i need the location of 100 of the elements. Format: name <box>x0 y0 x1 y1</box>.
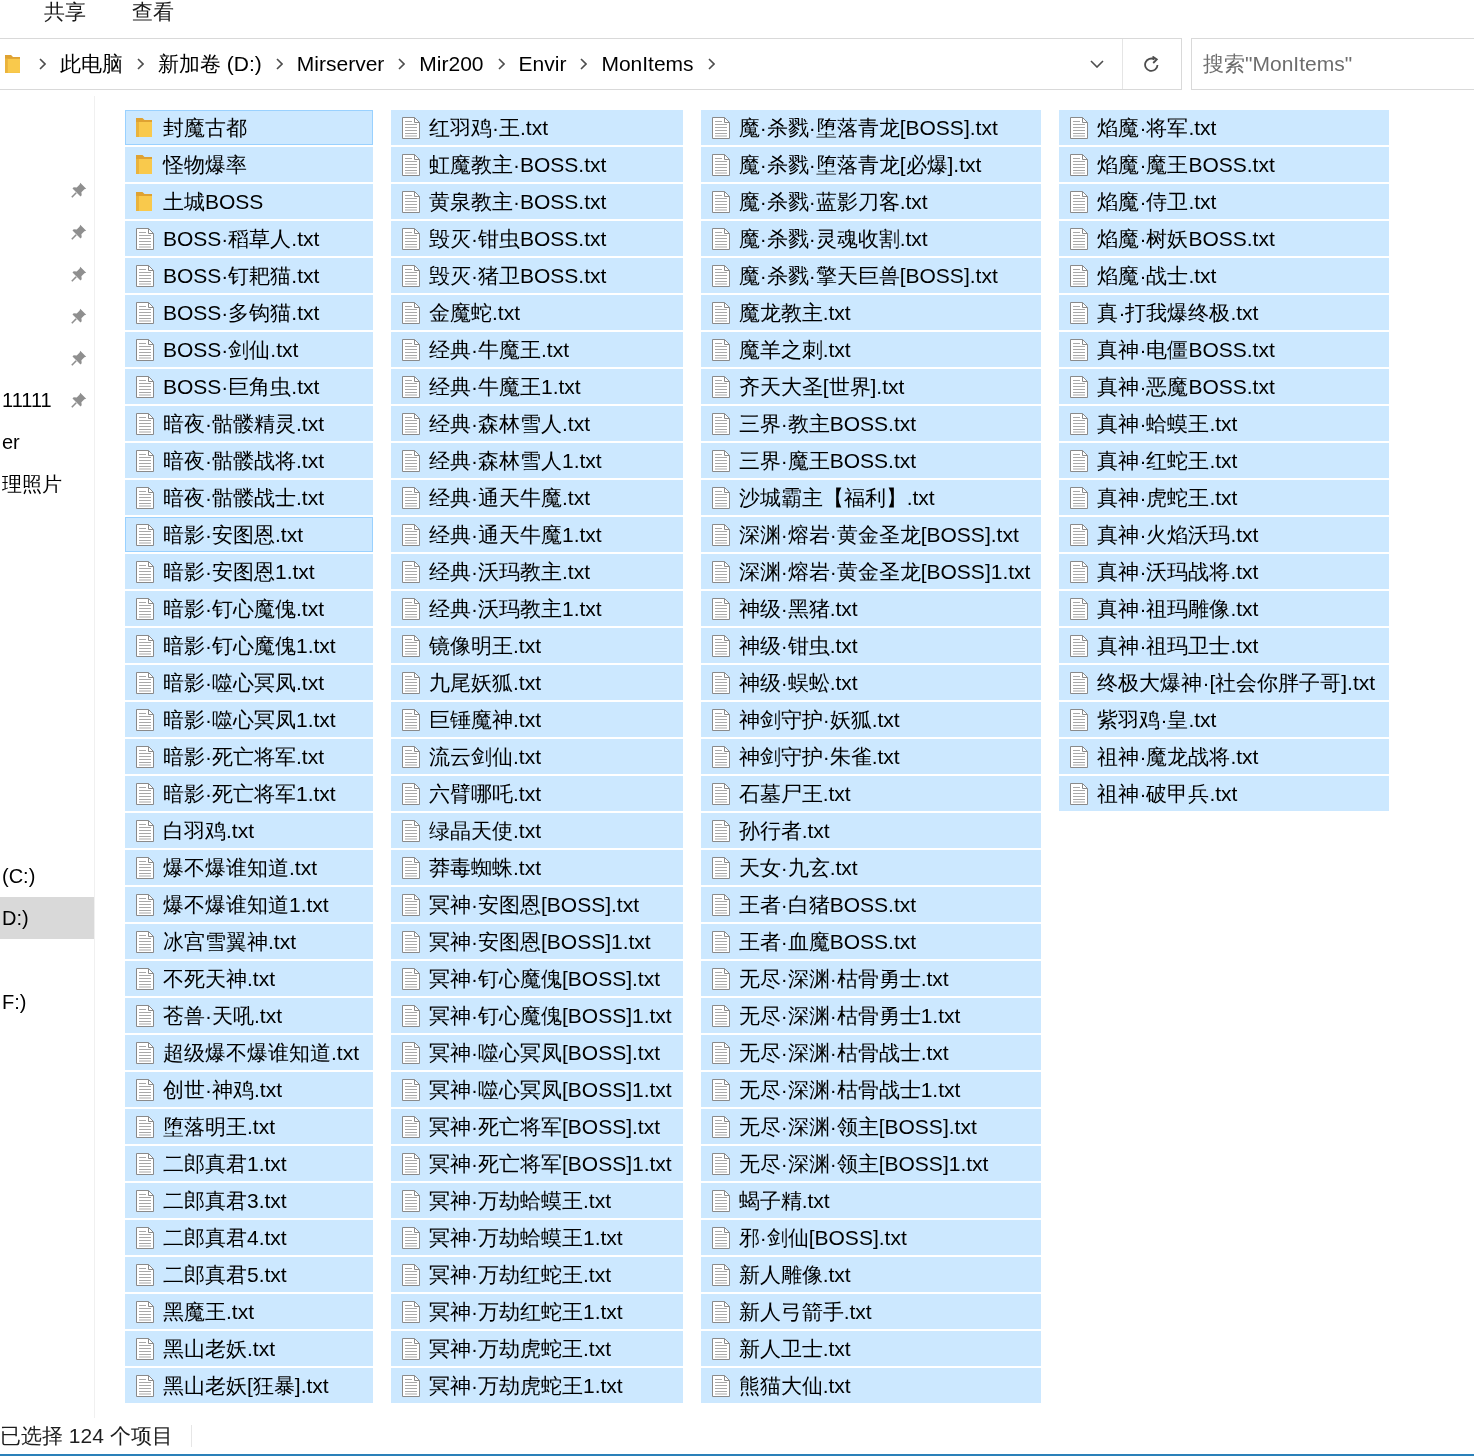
file-item[interactable]: 土城BOSS <box>125 184 373 219</box>
file-item[interactable]: 红羽鸡·王.txt <box>391 110 683 145</box>
file-item[interactable]: 巨锤魔神.txt <box>391 702 683 737</box>
file-item[interactable]: 流云剑仙.txt <box>391 739 683 774</box>
file-item[interactable]: 金魔蛇.txt <box>391 295 683 330</box>
file-item[interactable]: 冥神·万劫红蛇王.txt <box>391 1257 683 1292</box>
file-item[interactable]: 二郎真君5.txt <box>125 1257 373 1292</box>
file-item[interactable]: 暗影·安图恩.txt <box>125 517 373 552</box>
breadcrumb-item[interactable]: MonItems <box>601 48 694 80</box>
file-item[interactable]: 九尾妖狐.txt <box>391 665 683 700</box>
file-item[interactable]: 冥神·万劫虎蛇王.txt <box>391 1331 683 1366</box>
file-item[interactable]: 暗夜·骷髅精灵.txt <box>125 406 373 441</box>
file-item[interactable]: 经典·沃玛教主.txt <box>391 554 683 589</box>
file-item[interactable]: 经典·森林雪人1.txt <box>391 443 683 478</box>
file-item[interactable]: 暗影·钉心魔傀1.txt <box>125 628 373 663</box>
file-item[interactable]: 暗影·噬心冥凤.txt <box>125 665 373 700</box>
nav-item[interactable]: D:) <box>0 897 94 939</box>
file-item[interactable]: 冥神·安图恩[BOSS]1.txt <box>391 924 683 959</box>
file-item[interactable]: 神级·钳虫.txt <box>700 628 1042 663</box>
file-item[interactable]: 超级爆不爆谁知道.txt <box>125 1035 373 1070</box>
file-item[interactable]: 深渊·熔岩·黄金圣龙[BOSS]1.txt <box>700 554 1042 589</box>
file-item[interactable]: 暗影·钉心魔傀.txt <box>125 591 373 626</box>
file-item[interactable]: 蝎子精.txt <box>700 1183 1042 1218</box>
file-item[interactable]: 虹魔教主·BOSS.txt <box>391 147 683 182</box>
file-item[interactable]: 冥神·万劫虎蛇王1.txt <box>391 1368 683 1403</box>
file-item[interactable]: 三界·教主BOSS.txt <box>700 406 1042 441</box>
file-item[interactable]: 创世·神鸡.txt <box>125 1072 373 1107</box>
file-item[interactable]: 冥神·安图恩[BOSS].txt <box>391 887 683 922</box>
file-item[interactable]: 冥神·钉心魔傀[BOSS]1.txt <box>391 998 683 1033</box>
file-item[interactable]: 冥神·万劫红蛇王1.txt <box>391 1294 683 1329</box>
ribbon-tab[interactable]: 查看 <box>132 0 174 24</box>
search-field[interactable]: 搜索"MonItems" <box>1191 38 1474 90</box>
file-item[interactable]: 无尽·深渊·枯骨勇士1.txt <box>700 998 1042 1033</box>
breadcrumb-item[interactable]: Mirserver <box>296 48 385 80</box>
file-item[interactable]: 冥神·噬心冥凤[BOSS].txt <box>391 1035 683 1070</box>
file-item[interactable]: 黑魔王.txt <box>125 1294 373 1329</box>
nav-item[interactable]: 理照片 <box>2 469 62 499</box>
file-item[interactable]: 焰魔·树妖BOSS.txt <box>1059 221 1390 256</box>
file-item[interactable]: 爆不爆谁知道1.txt <box>125 887 373 922</box>
nav-item[interactable]: er <box>2 427 20 457</box>
file-item[interactable]: 黑山老妖[狂暴].txt <box>125 1368 373 1403</box>
file-item[interactable]: 祖神·破甲兵.txt <box>1059 776 1390 811</box>
file-item[interactable]: 三界·魔王BOSS.txt <box>700 443 1042 478</box>
file-item[interactable]: 魔·杀戮·擎天巨兽[BOSS].txt <box>700 258 1042 293</box>
file-item[interactable]: 终极大爆神·[社会你胖子哥].txt <box>1059 665 1390 700</box>
file-item[interactable]: 真神·虎蛇王.txt <box>1059 480 1390 515</box>
file-item[interactable]: 黄泉教主·BOSS.txt <box>391 184 683 219</box>
file-item[interactable]: 神剑守护·朱雀.txt <box>700 739 1042 774</box>
file-item[interactable]: 真神·沃玛战将.txt <box>1059 554 1390 589</box>
file-item[interactable]: 绿晶天使.txt <box>391 813 683 848</box>
file-item[interactable]: 真神·火焰沃玛.txt <box>1059 517 1390 552</box>
file-item[interactable]: 经典·牛魔王1.txt <box>391 369 683 404</box>
ribbon-tab[interactable]: 共享 <box>44 0 86 24</box>
file-item[interactable]: 冥神·万劫蛤蟆王.txt <box>391 1183 683 1218</box>
file-item[interactable]: 齐天大圣[世界].txt <box>700 369 1042 404</box>
file-item[interactable]: 邪·剑仙[BOSS].txt <box>700 1220 1042 1255</box>
file-item[interactable]: 真神·祖玛雕像.txt <box>1059 591 1390 626</box>
file-item[interactable]: 二郎真君3.txt <box>125 1183 373 1218</box>
file-item[interactable]: 暗影·死亡将军.txt <box>125 739 373 774</box>
file-item[interactable]: 不死天神.txt <box>125 961 373 996</box>
file-item[interactable]: 无尽·深渊·枯骨战士1.txt <box>700 1072 1042 1107</box>
file-item[interactable]: 苍兽·天吼.txt <box>125 998 373 1033</box>
file-item[interactable]: 封魔古都 <box>125 110 373 145</box>
address-bar[interactable]: 此电脑 新加卷 (D:) Mirserver Mir200 Envir MonItems <box>0 38 1183 90</box>
file-item[interactable]: 暗影·噬心冥凤1.txt <box>125 702 373 737</box>
file-item[interactable]: 魔·杀戮·堕落青龙[必爆].txt <box>700 147 1042 182</box>
file-item[interactable]: 冥神·万劫蛤蟆王1.txt <box>391 1220 683 1255</box>
breadcrumb-item[interactable]: 此电脑 <box>60 48 123 80</box>
file-item[interactable]: 焰魔·侍卫.txt <box>1059 184 1390 219</box>
file-item[interactable]: 沙城霸主【福利】.txt <box>700 480 1042 515</box>
file-item[interactable]: 新人雕像.txt <box>700 1257 1042 1292</box>
file-item[interactable]: 天女·九玄.txt <box>700 850 1042 885</box>
breadcrumb-item[interactable]: Mir200 <box>419 48 484 80</box>
file-item[interactable]: 魔·杀戮·堕落青龙[BOSS].txt <box>700 110 1042 145</box>
file-item[interactable]: 黑山老妖.txt <box>125 1331 373 1366</box>
file-item[interactable]: 镜像明王.txt <box>391 628 683 663</box>
file-item[interactable]: 无尽·深渊·枯骨战士.txt <box>700 1035 1042 1070</box>
file-item[interactable]: 冰宫雪翼神.txt <box>125 924 373 959</box>
file-item[interactable]: 神级·黑猪.txt <box>700 591 1042 626</box>
file-item[interactable]: 熊猫大仙.txt <box>700 1368 1042 1403</box>
file-item[interactable]: 真神·恶魔BOSS.txt <box>1059 369 1390 404</box>
file-item[interactable]: 真神·电僵BOSS.txt <box>1059 332 1390 367</box>
file-item[interactable]: 深渊·熔岩·黄金圣龙[BOSS].txt <box>700 517 1042 552</box>
file-item[interactable]: 真神·祖玛卫士.txt <box>1059 628 1390 663</box>
file-item[interactable]: 经典·通天牛魔.txt <box>391 480 683 515</box>
file-item[interactable]: 魔龙教主.txt <box>700 295 1042 330</box>
file-item[interactable]: 王者·血魔BOSS.txt <box>700 924 1042 959</box>
file-item[interactable]: 莽毒蜘蛛.txt <box>391 850 683 885</box>
file-item[interactable]: BOSS·稻草人.txt <box>125 221 373 256</box>
file-item[interactable]: 无尽·深渊·枯骨勇士.txt <box>700 961 1042 996</box>
file-item[interactable]: 暗影·死亡将军1.txt <box>125 776 373 811</box>
file-item[interactable]: 新人弓箭手.txt <box>700 1294 1042 1329</box>
file-item[interactable]: 祖神·魔龙战将.txt <box>1059 739 1390 774</box>
file-item[interactable]: 魔·杀戮·灵魂收割.txt <box>700 221 1042 256</box>
file-item[interactable]: 经典·通天牛魔1.txt <box>391 517 683 552</box>
file-item[interactable]: 真神·蛤蟆王.txt <box>1059 406 1390 441</box>
file-item[interactable]: 魔羊之刺.txt <box>700 332 1042 367</box>
file-item[interactable]: 冥神·死亡将军[BOSS].txt <box>391 1109 683 1144</box>
file-item[interactable]: 六臂哪吒.txt <box>391 776 683 811</box>
file-item[interactable]: 二郎真君1.txt <box>125 1146 373 1181</box>
